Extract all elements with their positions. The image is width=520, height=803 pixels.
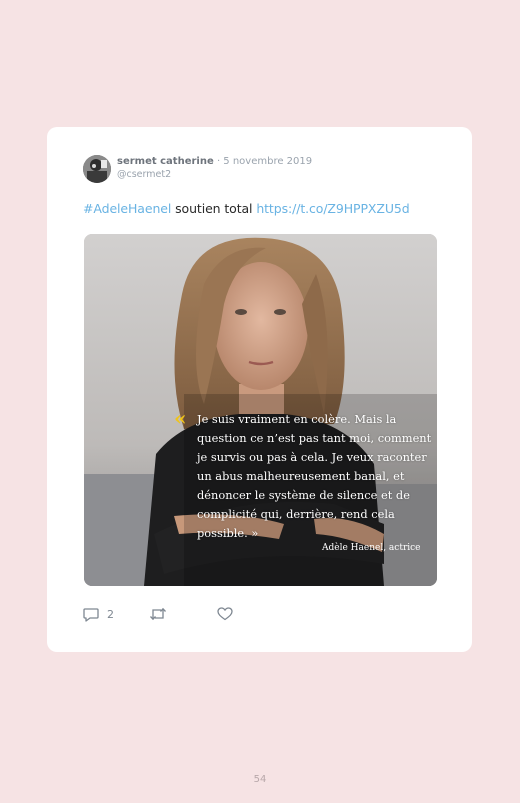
user-handle[interactable]: @csermet2 — [117, 169, 171, 180]
tweet-date[interactable]: 5 novembre 2019 — [223, 156, 312, 167]
avatar[interactable] — [83, 155, 111, 183]
reply-button[interactable]: 2 — [83, 607, 114, 622]
tweet-actions: 2 — [83, 607, 283, 625]
tweet-image[interactable]: « Je suis vraiment en colère. Mais la qu… — [84, 234, 437, 586]
hashtag-link[interactable]: #AdeleHaenel — [83, 201, 171, 216]
tweet-text: #AdeleHaenel soutien total https://t.co/… — [83, 201, 410, 216]
reply-icon — [83, 607, 99, 622]
reply-count: 2 — [107, 608, 114, 621]
tweet-card: sermet catherine · 5 novembre 2019 @cser… — [47, 127, 472, 652]
image-quote: Je suis vraiment en colère. Mais la ques… — [197, 412, 432, 540]
like-button[interactable] — [217, 607, 233, 621]
heart-icon — [217, 607, 233, 621]
quote-mark: « — [174, 406, 187, 430]
tweet-header: sermet catherine · 5 novembre 2019 — [117, 156, 313, 167]
tweet-body: soutien total — [175, 201, 253, 216]
tweet-link[interactable]: https://t.co/Z9HPPXZU5d — [256, 201, 409, 216]
retweet-icon — [149, 607, 167, 621]
image-credit: Adèle Haenel, actrice — [322, 543, 421, 553]
retweet-button[interactable] — [149, 607, 167, 621]
page-number: 54 — [253, 774, 267, 785]
user-name[interactable]: sermet catherine — [117, 156, 214, 167]
